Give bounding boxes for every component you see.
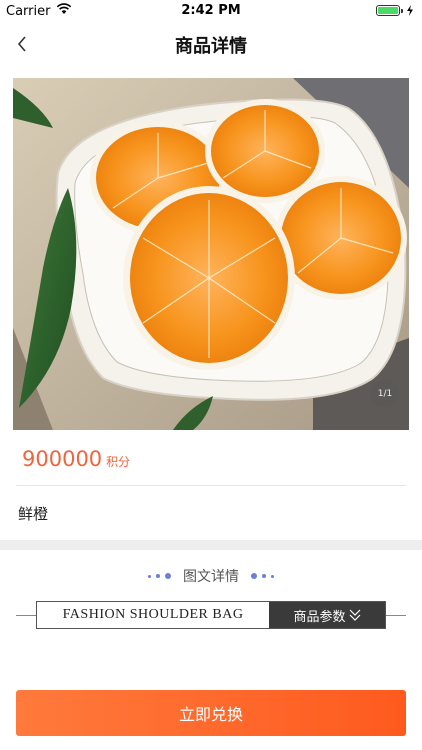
product-name: 鲜橙 [18,505,49,523]
section-title: 图文详情 [183,569,239,585]
section-heading: 图文详情 [0,566,422,586]
detail-banner: FASHION SHOULDER BAG 商品参数 [36,601,386,629]
dots-right-icon [251,573,274,579]
banner-tag: 商品参数 [269,602,385,628]
divider [16,485,406,486]
status-time: 2:42 PM [181,3,241,18]
price-unit: 积分 [106,455,131,469]
charging-icon [407,5,413,16]
page-title: 商品详情 [175,36,247,57]
banner-tag-label: 商品参数 [293,609,346,625]
status-bar: Carrier 2:42 PM [0,0,422,22]
banner-text: FASHION SHOULDER BAG [62,607,244,622]
dots-left-icon [148,573,171,579]
redeem-button[interactable]: 立即兑换 [16,690,406,736]
battery-icon [376,5,414,16]
double-chevron-down-icon [349,609,360,621]
product-image: 1/1 [13,78,409,430]
section-separator [0,540,422,550]
price-row: 900000 积分 [22,447,130,471]
image-page-indicator: 1/1 [371,380,399,408]
price-value: 900000 [22,447,103,471]
navigation-bar: 商品详情 [0,22,422,66]
